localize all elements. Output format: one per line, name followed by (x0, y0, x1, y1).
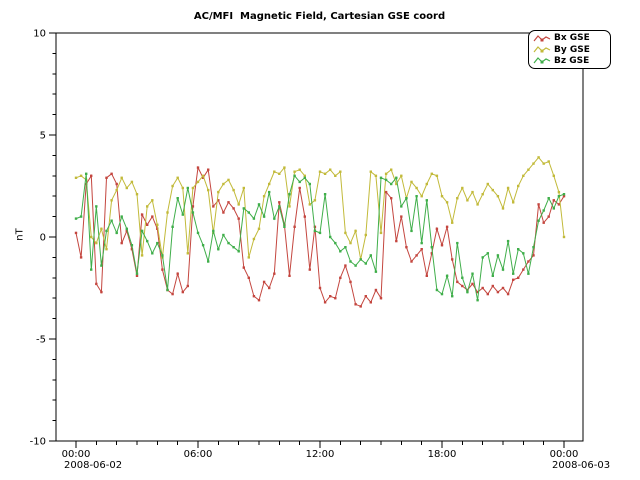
plot-area: 1050-5-1000:0006:0012:0018:0000:002008-0… (0, 0, 640, 480)
plot-border (56, 33, 583, 441)
x-tick-label: 00:00 (550, 449, 579, 460)
legend-line-bx-icon (533, 34, 551, 43)
legend-label-by: By GSE (554, 45, 590, 55)
legend-line-by-icon (533, 45, 551, 54)
legend-item-bz: Bz GSE (533, 56, 607, 66)
legend-label-bx: Bx GSE (554, 33, 590, 43)
legend-label-bz: Bz GSE (554, 56, 589, 66)
x-tick-label: 12:00 (306, 449, 335, 460)
legend: Bx GSE By GSE Bz GSE (528, 30, 611, 69)
y-tick-label: -10 (30, 437, 46, 448)
legend-item-by: By GSE (533, 45, 607, 55)
x-tick-label: 06:00 (184, 449, 213, 460)
x-tick-label: 00:00 (62, 449, 91, 460)
series-bx (75, 166, 565, 307)
y-tick-label: 0 (40, 233, 46, 244)
legend-line-bz-icon (533, 56, 551, 65)
y-tick-label: 10 (33, 29, 46, 40)
x-date-label: 2008-06-02 (64, 460, 122, 471)
legend-item-bx: Bx GSE (533, 33, 607, 43)
magnetic-field-chart: AC/MFI Magnetic Field, Cartesian GSE coo… (0, 0, 640, 480)
x-date-label: 2008-06-03 (552, 460, 610, 471)
x-tick-label: 18:00 (428, 449, 457, 460)
y-tick-label: 5 (40, 131, 46, 142)
y-tick-label: -5 (36, 335, 46, 346)
